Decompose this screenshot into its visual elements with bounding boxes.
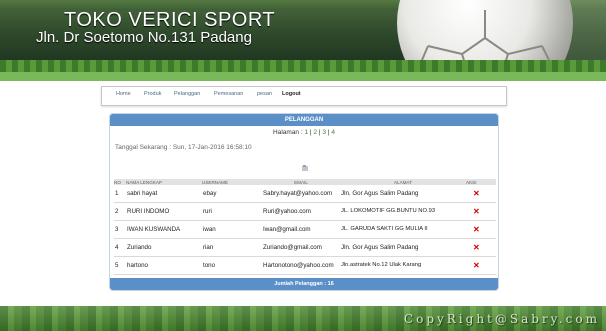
- main-nav: Home Produk Pelanggan Pemesanan pesan Lo…: [101, 86, 507, 106]
- cell-aksi: ✕: [466, 238, 496, 257]
- delete-icon[interactable]: ✕: [473, 243, 480, 252]
- delete-icon[interactable]: ✕: [473, 225, 480, 234]
- cell-no: 2: [114, 202, 126, 221]
- cell-email: Sabry.hayat@yahoo.com: [262, 185, 340, 203]
- header-grass: [0, 60, 606, 72]
- cell-alamat: Jln.astratek No.12 Ulak Karang: [340, 256, 466, 275]
- cell-username: ruri: [202, 202, 262, 221]
- page-link-2[interactable]: 2: [313, 129, 317, 136]
- cell-no: 5: [114, 256, 126, 275]
- table-row: 5 hartono tono Hartonotono@yahoo.com Jln…: [114, 256, 496, 275]
- cell-email: Ruri@yahoo.com: [262, 202, 340, 221]
- delete-icon[interactable]: ✕: [473, 189, 480, 198]
- cell-username: ebay: [202, 185, 262, 203]
- site-address: Jln. Dr Soetomo No.131 Padang: [36, 29, 252, 46]
- table-row: 3 IWAN KUSWANDA iwan Iwan@gmail.com JL. …: [114, 220, 496, 239]
- cell-no: 3: [114, 220, 126, 239]
- cell-aksi: ✕: [466, 256, 496, 275]
- delete-icon[interactable]: ✕: [473, 207, 480, 216]
- page-link-1[interactable]: 1: [304, 129, 308, 136]
- customer-count: Jumlah Pelanggan : 16: [110, 278, 498, 290]
- pagination-label: Halaman :: [273, 129, 303, 136]
- cell-email: Zuriando@gmail.com: [262, 238, 340, 257]
- customer-panel: PELANGGAN Halaman : 1 | 2 | 3 | 4 Tangga…: [109, 113, 499, 291]
- cell-aksi: ✕: [466, 202, 496, 221]
- page-link-4[interactable]: 4: [331, 129, 335, 136]
- page-separator: |: [327, 129, 330, 136]
- cell-aksi: ✕: [466, 185, 496, 203]
- nav-produk[interactable]: Produk: [144, 91, 161, 97]
- customer-table: NO NAMA LENGKAP USERNAME EMAIL ALAMAT AK…: [114, 179, 496, 275]
- page-link-3[interactable]: 3: [322, 129, 326, 136]
- cell-email: Hartonotono@yahoo.com: [262, 256, 340, 275]
- cell-alamat: JL. LOKOMOTIF GG.BUNTU NO.93: [340, 202, 466, 221]
- cell-username: tono: [202, 256, 262, 275]
- cell-alamat: Jln. Gor Agus Salim Padang: [340, 185, 466, 203]
- page-separator: |: [309, 129, 312, 136]
- page-separator: |: [318, 129, 321, 136]
- cell-nama: RURI INDOMO: [126, 202, 202, 221]
- cell-alamat: Jln. Gor Agus Salim Padang: [340, 238, 466, 257]
- delete-icon[interactable]: ✕: [473, 261, 480, 270]
- pagination: Halaman : 1 | 2 | 3 | 4: [110, 129, 498, 136]
- cell-no: 1: [114, 185, 126, 203]
- cell-nama: hartono: [126, 256, 202, 275]
- nav-home[interactable]: Home: [116, 91, 131, 97]
- nav-pemesanan[interactable]: Pemesanan: [214, 91, 243, 97]
- cell-nama: sabri hayat: [126, 185, 202, 203]
- table-row: 2 RURI INDOMO ruri Ruri@yahoo.com JL. LO…: [114, 202, 496, 221]
- nav-pelanggan[interactable]: Pelanggan: [174, 91, 200, 97]
- site-header: TOKO VERICI SPORT Jln. Dr Soetomo No.131…: [0, 0, 606, 72]
- cell-username: rian: [202, 238, 262, 257]
- loading-icon: [301, 159, 309, 171]
- table-row: 1 sabri hayat ebay Sabry.hayat@yahoo.com…: [114, 185, 496, 203]
- site-footer: CopyRight@Sabry.com: [0, 306, 606, 331]
- current-date: Tanggal Sekarang : Sun, 17-Jan-2016 16:5…: [115, 144, 252, 151]
- cell-no: 4: [114, 238, 126, 257]
- nav-logout[interactable]: Logout: [282, 91, 301, 97]
- cell-nama: Zuriando: [126, 238, 202, 257]
- table-row: 4 Zuriando rian Zuriando@gmail.com Jln. …: [114, 238, 496, 257]
- nav-pesan[interactable]: pesan: [257, 91, 272, 97]
- header-strip: [0, 72, 606, 81]
- copyright-text: CopyRight@Sabry.com: [403, 312, 600, 326]
- cell-aksi: ✕: [466, 220, 496, 239]
- cell-username: iwan: [202, 220, 262, 239]
- cell-email: Iwan@gmail.com: [262, 220, 340, 239]
- cell-nama: IWAN KUSWANDA: [126, 220, 202, 239]
- cell-alamat: JL. GARUDA SAKTI GG MULIA II: [340, 220, 466, 239]
- panel-title: PELANGGAN: [110, 114, 498, 126]
